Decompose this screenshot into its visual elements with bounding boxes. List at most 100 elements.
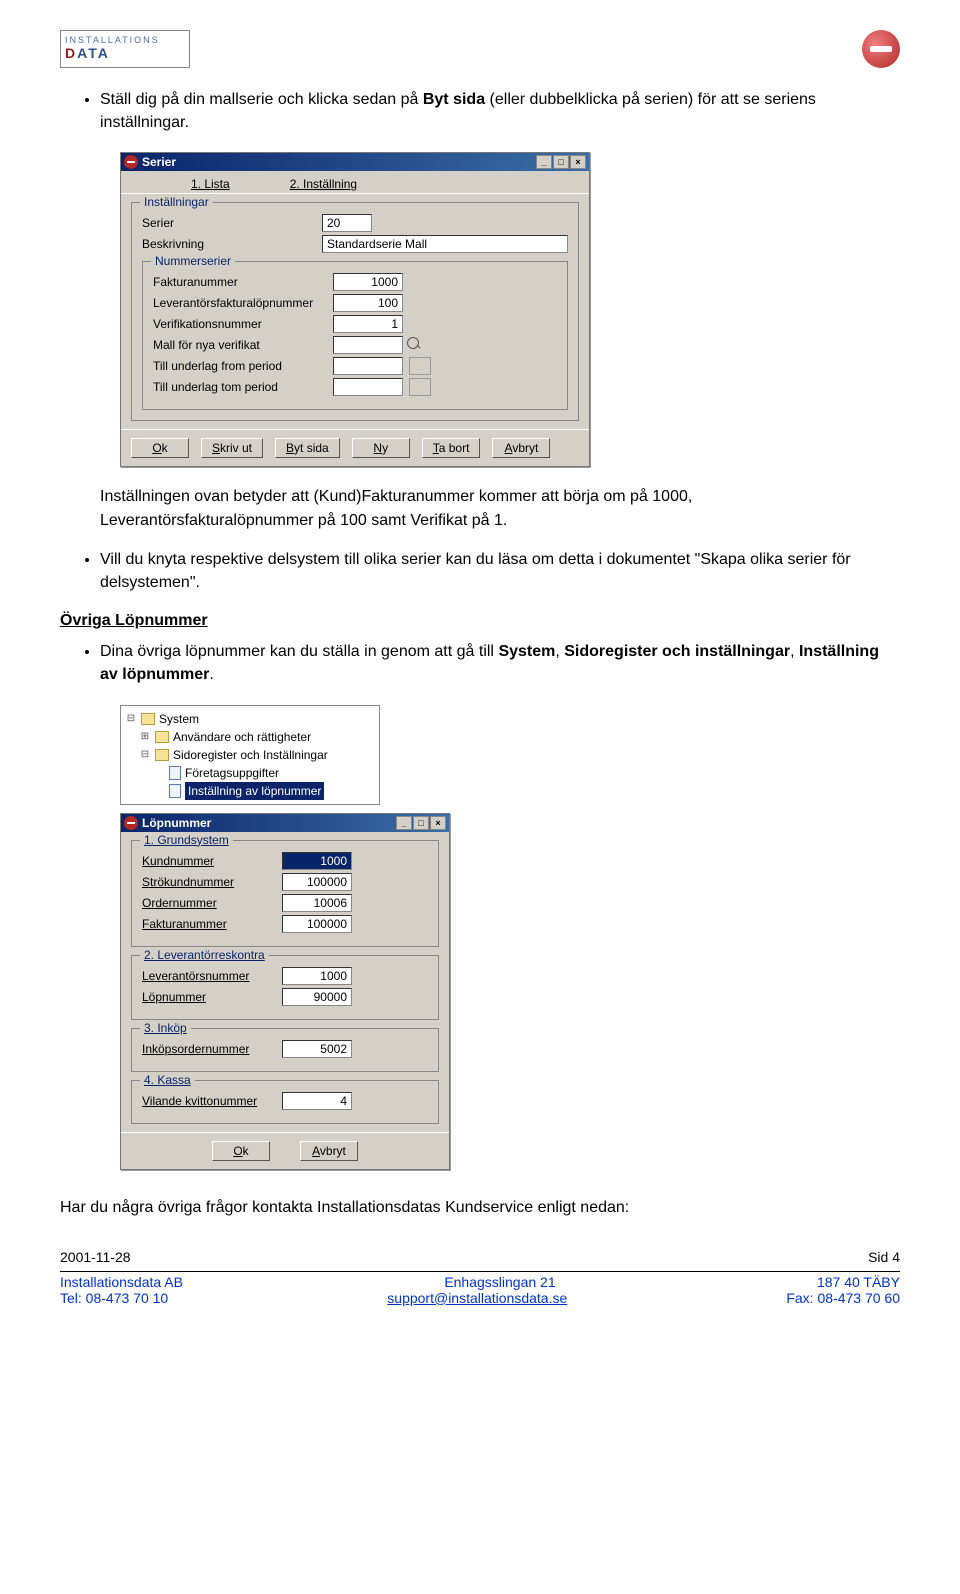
- brand-icon: [862, 30, 900, 68]
- tree-node-system[interactable]: ⊟System: [125, 710, 375, 728]
- picker-icon[interactable]: [409, 378, 431, 396]
- label-inkopsordernummer: Inköpsordernummer: [142, 1042, 282, 1056]
- label-tom: Till underlag tom period: [153, 380, 333, 394]
- window-title: Serier: [142, 155, 176, 169]
- ok-button[interactable]: Ok: [212, 1141, 270, 1161]
- input-kvittonummer[interactable]: 4: [282, 1092, 352, 1110]
- minimize-button[interactable]: _: [396, 816, 412, 830]
- input-levlop[interactable]: 100: [333, 294, 403, 312]
- label-kundnummer: Kundnummer: [142, 854, 282, 868]
- picker-icon[interactable]: [409, 357, 431, 375]
- input-verif[interactable]: 1: [333, 315, 403, 333]
- bytsida-button[interactable]: Byt sida: [275, 438, 340, 458]
- input-tom[interactable]: [333, 378, 403, 396]
- company-logo: INSTALLATIONS DATA: [60, 30, 190, 68]
- dialog-lopnummer: Löpnummer _ □ × 1. Grundsystem Kundnumme…: [120, 813, 450, 1170]
- footer-company: Installationsdata AB: [60, 1274, 183, 1290]
- tree-label: Sidoregister och Inställningar: [173, 746, 328, 764]
- tree-node-sidoregister[interactable]: ⊟Sidoregister och Inställningar: [125, 746, 375, 764]
- avbryt-button[interactable]: Avbryt: [300, 1141, 358, 1161]
- folder-icon: [155, 731, 169, 743]
- input-serier[interactable]: 20: [322, 214, 372, 232]
- label-beskrivning: Beskrivning: [142, 237, 322, 251]
- close-button[interactable]: ×: [570, 155, 586, 169]
- titlebar[interactable]: Löpnummer _ □ ×: [121, 814, 449, 832]
- skrivut-button[interactable]: Skriv ut: [201, 438, 263, 458]
- tree-node-foretag[interactable]: Företagsuppgifter: [125, 764, 375, 782]
- footer-address: Enhagsslingan 21: [444, 1274, 555, 1290]
- bullet-item: Dina övriga löpnummer kan du ställa in g…: [100, 640, 900, 686]
- label-leverantorsnummer: Leverantörsnummer: [142, 969, 282, 983]
- input-fakturanummer[interactable]: 1000: [333, 273, 403, 291]
- tree-label: Företagsuppgifter: [185, 764, 279, 782]
- page-header: INSTALLATIONS DATA: [60, 30, 900, 68]
- window-title: Löpnummer: [142, 816, 211, 830]
- input-kundnummer[interactable]: 1000: [282, 852, 352, 870]
- footer-fax: Fax: 08-473 70 60: [786, 1290, 900, 1306]
- group-leverantor: 2. Leverantörreskontra Leverantörsnummer…: [131, 955, 439, 1020]
- minimize-button[interactable]: _: [536, 155, 552, 169]
- app-icon: [124, 155, 138, 169]
- group-nummerserier: Nummerserier Fakturanummer1000 Leverantö…: [142, 261, 568, 410]
- tree-label-selected: Inställning av löpnummer: [185, 782, 324, 800]
- group-legend: 1. Grundsystem: [140, 833, 233, 847]
- tree-view: ⊟System ⊞Användare och rättigheter ⊟Sido…: [120, 705, 380, 805]
- group-grundsystem: 1. Grundsystem Kundnummer1000 Strökundnu…: [131, 840, 439, 947]
- tab-installning[interactable]: 2. Inställning: [290, 177, 357, 191]
- text-bold: System: [498, 643, 555, 660]
- label-from: Till underlag from period: [153, 359, 333, 373]
- group-legend: Inställningar: [140, 195, 213, 209]
- folder-icon: [155, 749, 169, 761]
- text: .: [209, 666, 213, 683]
- input-strokundnummer[interactable]: 100000: [282, 873, 352, 891]
- tab-lista[interactable]: 1. Lista: [191, 177, 230, 191]
- label-fakturanummer: Fakturanummer: [142, 917, 282, 931]
- group-legend: 3. Inköp: [140, 1021, 191, 1035]
- ny-button[interactable]: Ny: [352, 438, 410, 458]
- avbryt-button[interactable]: Avbryt: [492, 438, 550, 458]
- group-legend: 2. Leverantörreskontra: [140, 948, 269, 962]
- group-legend: Nummerserier: [151, 254, 235, 268]
- footer-city: 187 40 TÄBY: [817, 1274, 900, 1290]
- footer-page: Sid 4: [868, 1249, 900, 1265]
- input-ordernummer[interactable]: 10006: [282, 894, 352, 912]
- file-icon: [169, 766, 181, 780]
- footer-date: 2001-11-28: [60, 1249, 131, 1265]
- label-mall: Mall för nya verifikat: [153, 338, 333, 352]
- paragraph: Inställningen ovan betyder att (Kund)Fak…: [100, 485, 900, 531]
- input-mall[interactable]: [333, 336, 403, 354]
- input-lopnummer[interactable]: 90000: [282, 988, 352, 1006]
- label-fakturanummer: Fakturanummer: [153, 275, 333, 289]
- maximize-button[interactable]: □: [413, 816, 429, 830]
- text-bold: Byt sida: [423, 91, 485, 108]
- input-fakturanummer[interactable]: 100000: [282, 915, 352, 933]
- label-lopnummer: Löpnummer: [142, 990, 282, 1004]
- footer-email-link[interactable]: support@installationsdata.se: [387, 1290, 567, 1306]
- folder-icon: [141, 713, 155, 725]
- ok-button[interactable]: Ok: [131, 438, 189, 458]
- input-beskrivning[interactable]: Standardserie Mall: [322, 235, 568, 253]
- group-installningar: Inställningar Serier 20 Beskrivning Stan…: [131, 202, 579, 421]
- text: Ställ dig på din mallserie och klicka se…: [100, 91, 423, 108]
- text: Dina övriga löpnummer kan du ställa in g…: [100, 643, 498, 660]
- label-ordernummer: Ordernummer: [142, 896, 282, 910]
- input-from[interactable]: [333, 357, 403, 375]
- dialog-serier: Serier _ □ × 1. Lista 2. Inställning Ins…: [120, 152, 590, 467]
- search-icon[interactable]: [407, 337, 423, 353]
- tabort-button[interactable]: Ta bort: [422, 438, 481, 458]
- tree-node-lopnummer[interactable]: Inställning av löpnummer: [125, 782, 375, 800]
- titlebar[interactable]: Serier _ □ ×: [121, 153, 589, 171]
- close-button[interactable]: ×: [430, 816, 446, 830]
- maximize-button[interactable]: □: [553, 155, 569, 169]
- tree-node-anvandare[interactable]: ⊞Användare och rättigheter: [125, 728, 375, 746]
- tree-label: Användare och rättigheter: [173, 728, 311, 746]
- text: ,: [790, 643, 799, 660]
- tree-label: System: [159, 710, 199, 728]
- app-icon: [124, 816, 138, 830]
- section-heading: Övriga Löpnummer: [60, 612, 900, 630]
- bullet-item: Vill du knyta respektive delsystem till …: [100, 548, 900, 594]
- input-leverantorsnummer[interactable]: 1000: [282, 967, 352, 985]
- group-kassa: 4. Kassa Vilande kvittonummer4: [131, 1080, 439, 1124]
- logo-bottom-text: DATA: [65, 46, 185, 61]
- input-inkopsordernummer[interactable]: 5002: [282, 1040, 352, 1058]
